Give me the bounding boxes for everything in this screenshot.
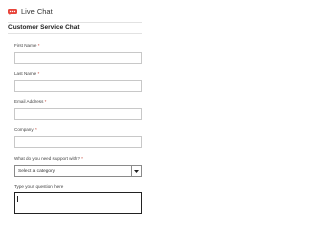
chat-title: Live Chat <box>21 7 53 16</box>
support-category-select[interactable]: Select a category <box>14 165 142 177</box>
section-title: Customer Service Chat <box>8 24 80 31</box>
text-cursor <box>17 196 18 202</box>
first-name-label: First Name * <box>14 43 40 48</box>
required-marker: * <box>37 43 40 48</box>
chat-header: Live Chat <box>8 6 142 23</box>
selected-category: Select a category <box>18 168 56 174</box>
required-marker: * <box>34 127 37 132</box>
email-field[interactable] <box>14 108 142 120</box>
required-marker: * <box>81 156 83 161</box>
company-label: Company * <box>14 127 37 132</box>
live-chat-panel: Live Chat Customer Service Chat First Na… <box>0 0 280 214</box>
last-name-field[interactable] <box>14 80 142 92</box>
last-name-label: Last Name * <box>14 71 40 76</box>
question-textarea[interactable] <box>14 192 142 214</box>
required-marker: * <box>44 99 47 104</box>
chat-bubble-icon <box>8 9 17 15</box>
required-marker: * <box>37 71 40 76</box>
caret-down-icon[interactable] <box>134 170 139 173</box>
header-divider <box>8 22 142 23</box>
section-divider <box>8 33 142 34</box>
first-name-field[interactable] <box>14 52 142 64</box>
email-label: Email Address * <box>14 99 47 104</box>
question-label: Type your question here <box>14 184 64 189</box>
select-divider <box>131 166 132 176</box>
company-field[interactable] <box>14 136 142 148</box>
support-topic-label: What do you need support with? * <box>14 156 83 161</box>
